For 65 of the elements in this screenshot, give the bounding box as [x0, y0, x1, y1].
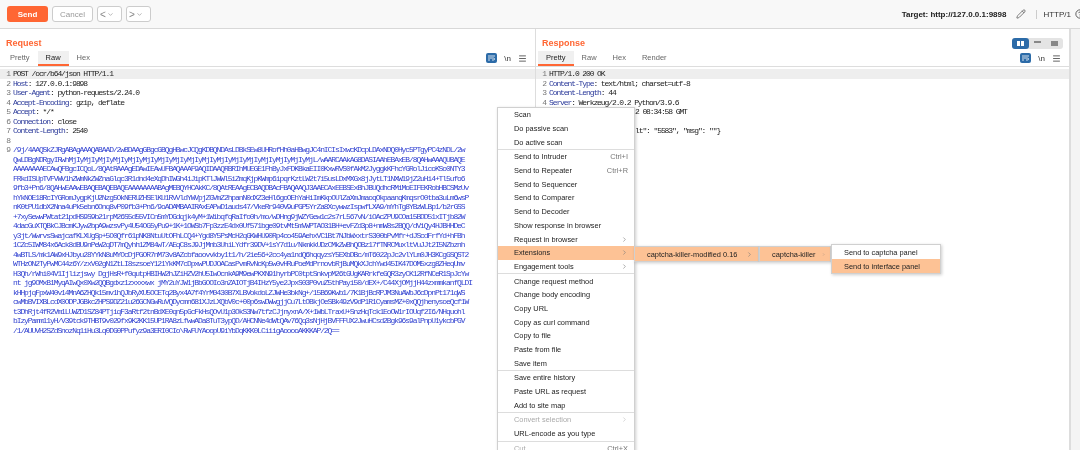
- line-number: 8: [5, 135, 10, 145]
- code-line: Content-Length: 2540: [13, 126, 88, 136]
- line-number: 5: [5, 107, 10, 117]
- code-line: t3DhRjt4fR2Vm1LUWZD1SZ84PTjiqF3aRtf2tnBdXE0qn5pGcFkHsQOvU1p3OkS3Nw7tfzCJjnyxnA/X+1WbLTraxU+SnzHqTck1EoOW1rIOUqf2I6/NHquohl: [13, 306, 465, 316]
- code-line: POST /ocr/b64/json HTTP/1.1: [13, 69, 113, 79]
- code-line: 1CZc5IWM84x6Ack8dBU9nPeW2qDT7mQyhh1ZM84wT/AEqC8sJ9JjMnb3UhiLYdfr39DV+1sY7d1u/NkmkkUDzCMkZwBhQOBz17fTNRCMuxltVuJJt2I5NZbznh: [13, 240, 465, 250]
- code-line: HTTP/1.0 200 OK: [549, 69, 605, 79]
- code-line: AAAAAAAAECAwQFBgcICQoL/8QAtRAAAgEDAwIEAwUFBAQAAAF9AQIDAAQRBRIhMUEGE1FhByJxFDKBkaEII0KxwRVS0fAkM2JyggkKFhcYGRolJicoKSo0NTY3: [13, 164, 465, 174]
- line-number: 4: [541, 97, 546, 107]
- code-line: /1/AUUVH2SZdSnozNq1iHu3Lq0DG0PPufyz9a3ERI0CIo\RwFUYAoopU9iYbDqKKK0LCiiigAooooAKKKAP/2Q==: [13, 325, 339, 335]
- code-line: 4dacGuXTQBkCJBcmKJyw2bpA9wzsvPy4U54OG5yPu9+1K+1OWSb7Fp3zzE4dx0Uf571bge09tvMt5mVWPTAO31BH+evFZd3p8+nmW8s2BQQ/dViQy4HJBHHDeC: [13, 221, 465, 231]
- code-line: H3Qh/rWhi04V1Ijlizjswy DgjHsR+f0qutpHBIHW2hJZiHZV2hU5IwOcnkA9M9ewPKXN91hyrbPC0tptSnkvpM26tGUgKARrkfeGQR3zyCK12RfNCeR1SpJcYw: [13, 268, 469, 278]
- code-line: lt": "5583", "msg": ""}: [635, 126, 721, 136]
- line-number: 2: [541, 78, 546, 88]
- code-line: WTHzON2TyPwMC44z6Y/zxV02gN1ZtLI8szsoeY121YkKM7cDpxwPUDJOACasPvmRvNcKp5w0vHRuPoeMdPrnovbRjBuMQkXJchYwd45IK47DOM5xzg8ZHeqUmv: [13, 259, 465, 269]
- line-number: 4: [5, 97, 10, 107]
- newline-toggle[interactable]: \n: [504, 53, 511, 63]
- code-line: Content-Type: text/html; charset=utf-8: [549, 78, 690, 88]
- forward-button[interactable]: >: [126, 6, 151, 22]
- layout-icon: [1017, 40, 1024, 46]
- newline-toggle[interactable]: \n: [1038, 53, 1045, 63]
- code-line: bIzyPamm11yH/V39tck9THBT9v029fx9K2KK15UP1RA8zLfwwADa8TuT3ypQD/AHCNNe4dWtQAv76Qq3sNjHjBVFFFUX2JwuHCsd2Bgk96s9alPnpU1ykcbPGV: [13, 316, 465, 326]
- wrap-icon[interactable]: [486, 53, 498, 63]
- code-line: Content-Length: 44: [549, 88, 616, 98]
- code-line: /9j/4AAQSkZJRgABAgAAAQABAAD/2wBDAAgGBgcGBQgHBwcJCQgKDBQNDAsLDBkSEw8UHRofHh0aHBwgJC4nICIsIxwcKDcpLDAxNDQ0Hyc5PTgyPC4zNDL/2w: [13, 145, 465, 155]
- layout-icon: [1034, 40, 1041, 46]
- code-line: nK0tPU1dbX2Nna4uPk5ebn6Onq8vP09fb3+Pn6/9oADAMBAAIRAxEAPwD1auds47/VkeRr940V9uPGP5YrZa8XcywwzIspwfLXA9/mYhTg8YBzWLBp1/b2rGSS: [13, 202, 465, 212]
- panel-title: Response: [542, 38, 585, 48]
- code-line: 9fb3+Pn6/8QAHwEAAwEBAQEBAQEBAQEAAAAAAAABAgMEBQYHCAkKC/8QAtREAAgECBAQDBAcFBAQAAQJ3AAECAxEEBSExBhJBUQdhcRMiMoEIFEKRobHBCSMzUv: [13, 183, 469, 193]
- menu-icon[interactable]: [518, 53, 527, 63]
- line-number: 1: [5, 69, 10, 79]
- code-line: Accept: */*: [13, 107, 54, 117]
- code-line: nt jg9OMxB1MyqAIwQx0Xw2QQBgdxz1zxxxxwx jMY2uYJW1jBbGOOIo3nZAIOTjB4IHzY5ye2JpxS03P0vuZ5thPayi50/dEX+/C44XjOMjjH44zxmmkanfQLDI: [13, 278, 472, 288]
- code-line: kHHpjqFpxW40v14MnA6ZHQk15mv1hQJbRyXU5OCETq2Byx4A7f4YrM0430B7XLBVokdoLZJWHe3bkNg+/15B69Kwb1/7K1BjBcRPJM3NuAWbJ6cDpnPt171qWS: [13, 287, 465, 297]
- line-number: 7: [5, 126, 10, 136]
- code-line: Server: Werkzeug/2.0.2 Python/3.9.6: [549, 97, 679, 107]
- edit-icon[interactable]: [1016, 9, 1027, 19]
- layout-toggle[interactable]: [1012, 37, 1029, 49]
- code-line: Connection: close: [13, 116, 76, 126]
- line-number: 3: [541, 88, 546, 98]
- chevron-icon: [621, 416, 628, 424]
- line-number: 6: [5, 116, 10, 126]
- menu-icon[interactable]: [1052, 53, 1061, 63]
- panel-title: Request: [6, 38, 42, 48]
- line-number: 1: [541, 69, 546, 79]
- protocol-label[interactable]: HTTP/1: [1036, 9, 1071, 19]
- target-label: Target: http://127.0.0.1:9898: [901, 9, 1007, 19]
- line-number: 9: [5, 145, 10, 155]
- wrap-icon[interactable]: [1020, 53, 1032, 63]
- code-line: 4wBTLS/mk1AW9xHJbyu28YYkN8uMYOcDjPGOR7nM73v8AZcbfaoovvkby1t1/h/2ie56+2cc4ya1ndQ6hqqyzsY5EXbDBc/mT6022pJc2vlYLm0JH3KCgGSQST2: [13, 249, 469, 259]
- code-line: 2 08:34:58 GMT: [635, 107, 687, 117]
- code-line: FRkdISUpTVFVWV1hZWmNkZWZnaGlqc3R1dnd4eXqDhIWGh4iJipKTlJWWl5iZmqKjpKWmp6ipqrKztLW2t7i5usLDxMXGx8jJytLT1NXW19jZ2uHi4+Tl5ufo6: [13, 173, 465, 183]
- code-line: hYkNOE18RcIYGRomJygpKjU2Nzg5OkNERUZHSElKU1RVVldYWVpjZGVmZ2hpanN0dXZ3eHl6goOEhYaHiImKkpOUlZaXmJmaoqOkpaanqKmqsrO0tba3uLm6wsP: [13, 192, 469, 202]
- layout-icon: [1051, 40, 1058, 46]
- code-line: +7xySewwPWtat21pdHS9S9b21rpM26S5d55VICn5mYDGdqjk4yM+1WibqfqRaIfo0h/mo/wDHng9jWZYGew1c2s7rL567vN/iOAcZPU9COa15BDD51xITjb82W: [13, 211, 465, 221]
- line-number: 3: [5, 88, 10, 98]
- line-number: 2: [5, 78, 10, 88]
- code-line: y3jt/WwrvsSwajcafKLXUgSp+5O0Qfr61pNK8NtuUtOFhLCQ4+Ygd8Y5PsMcH2qGKWHU90Rp4co459AehxVC1Bt7NJbWxxtrS300bPvMfr+dJScdFrfYd+hFBh: [13, 230, 465, 240]
- chevron-icon: [746, 250, 753, 258]
- back-button[interactable]: <: [97, 6, 122, 22]
- code-line: Accept-Encoding: gzip, deflate: [13, 97, 125, 107]
- code-line: cwMbBVIXBLcdX0ODPJGBkcZHPS9DZ21u26GCNGwRuVQDycmn681XJzLXQbV0c+00p6swDWwgjjCu7LtOBkjOeSBk49zV9dP1R1CyamsMZ+0xQQjhenysoeQcf1W: [13, 297, 469, 307]
- code-line: Host: 127.0.0.1:9898: [13, 78, 88, 88]
- code-line: QwLDBgNDRgyIRwhMjIyMjIyMjIyMjIyMjIyMjIyMjIyMjIyMjIyMjIyMjIyMjIyMjIyMjIyMjIyMjIyMjL/wAARCAAkAG8DASIAAhEBAxEB/8QAHwAAAQUBAQE: [13, 154, 465, 164]
- code-line: User-Agent: python-requests/2.24.0: [13, 88, 139, 98]
